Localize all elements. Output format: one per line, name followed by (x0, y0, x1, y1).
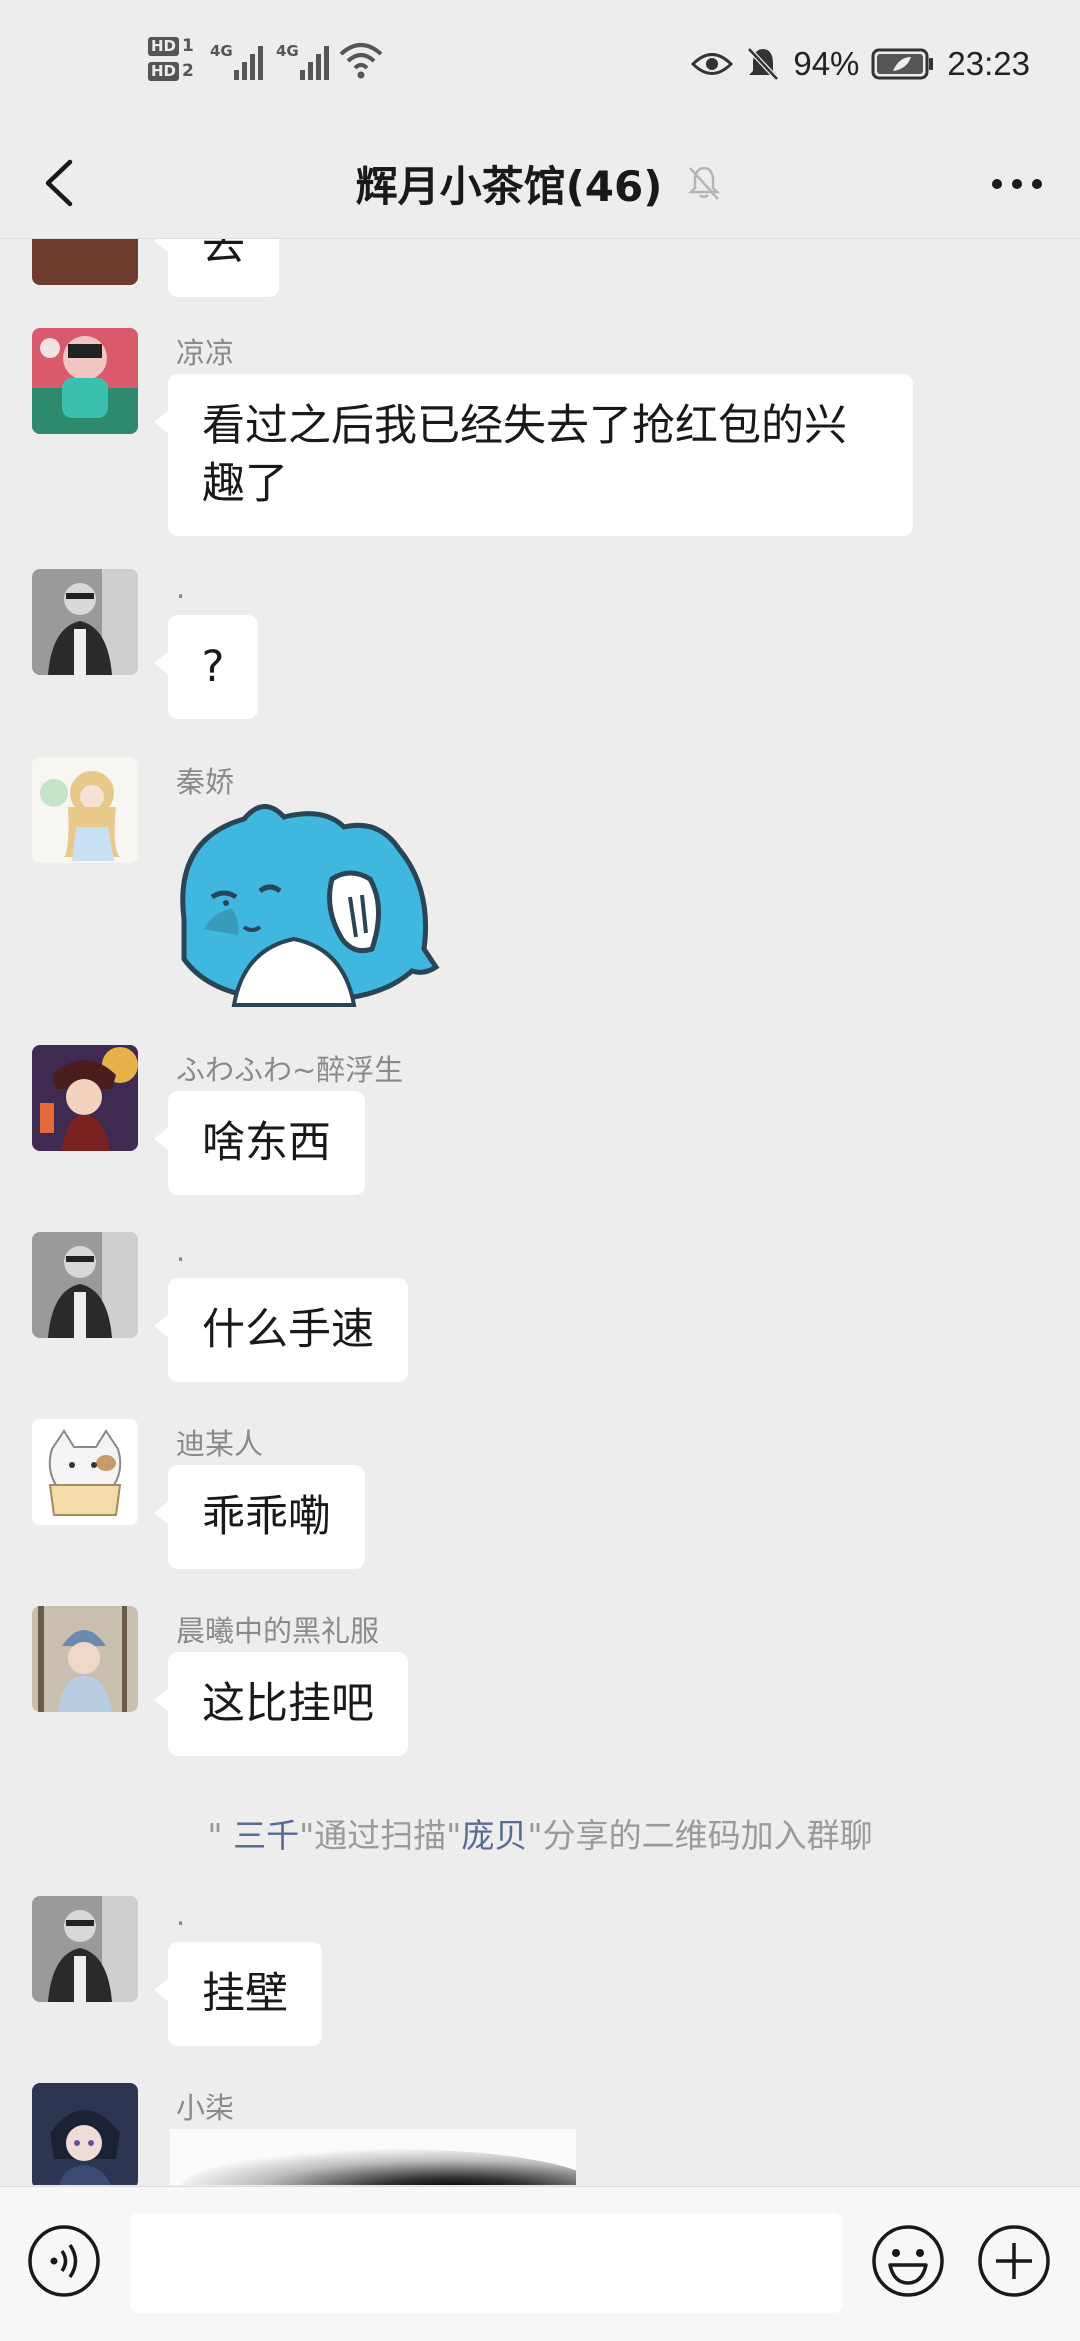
hd1-number: 1 (182, 36, 194, 56)
avatar[interactable] (32, 1045, 138, 1151)
status-bar: HD 1 HD 2 4G 4G 94% 23:23 (0, 0, 1080, 130)
system-notice-text: "分享的二维码加入群聊 (527, 1816, 873, 1855)
avatar[interactable] (32, 2083, 138, 2185)
avatar[interactable] (32, 1419, 138, 1525)
avatar[interactable] (32, 1896, 138, 2002)
sender-name: . (176, 1234, 186, 1268)
message-bubble[interactable]: 看过之后我已经失去了抢红包的兴趣了 (154, 374, 913, 536)
eye-icon (691, 53, 734, 75)
system-notice-text: " (207, 1816, 234, 1855)
more-options-button[interactable] (984, 156, 1050, 212)
system-notice-user-link[interactable]: 三千 (233, 1816, 299, 1855)
battery-icon (871, 48, 934, 80)
bell-muted-icon (747, 47, 780, 81)
emoji-icon[interactable] (870, 2223, 946, 2299)
bell-off-icon (688, 166, 721, 200)
avatar[interactable] (32, 239, 138, 285)
network-type-2: 4G (276, 42, 299, 60)
message-bubble[interactable]: 去 (154, 239, 279, 297)
message-input[interactable] (130, 2213, 842, 2313)
system-notice-user-link[interactable]: 庞贝 (461, 1816, 527, 1855)
message-bubble[interactable]: 这比挂吧 (154, 1652, 408, 1756)
sender-name: 秦娇 (176, 765, 235, 799)
message-bubble[interactable]: ? (154, 615, 258, 719)
system-notice-text: "通过扫描" (299, 1816, 462, 1855)
avatar[interactable] (32, 569, 138, 675)
sender-name: . (176, 571, 186, 605)
sticker-image[interactable] (174, 799, 444, 1007)
avatar[interactable] (32, 1606, 138, 1712)
voice-icon[interactable] (26, 2223, 102, 2299)
avatar[interactable] (32, 757, 138, 863)
wifi-icon (339, 43, 383, 79)
network-type-1: 4G (210, 42, 233, 60)
system-notice: " 三千"通过扫描"庞贝"分享的二维码加入群聊 (0, 1809, 1080, 1857)
input-bar (0, 2186, 1080, 2341)
sender-name: ふわふわ~醉浮生 (176, 1053, 404, 1087)
chat-header: 辉月小茶馆(46) (0, 130, 1080, 239)
hd1-badge: HD (148, 37, 180, 56)
avatar[interactable] (32, 1232, 138, 1338)
sender-name: 晨曦中的黑礼服 (176, 1614, 380, 1648)
hd-indicators: HD 1 HD 2 (148, 36, 200, 98)
hd2-badge: HD (148, 62, 180, 81)
message-bubble[interactable]: 什么手速 (154, 1278, 408, 1382)
clock: 23:23 (947, 45, 1030, 82)
sender-name: 小柒 (176, 2091, 235, 2125)
chat-title: 辉月小茶馆(46) (355, 161, 663, 211)
battery-percent: 94% (793, 45, 860, 82)
status-right-group: 94% 23:23 (691, 42, 1030, 86)
message-bubble[interactable]: 乖乖嘞 (154, 1465, 365, 1569)
avatar[interactable] (32, 328, 138, 434)
sender-name: . (176, 1898, 186, 1932)
hd2-number: 2 (182, 61, 194, 81)
message-bubble[interactable]: 啥东西 (154, 1091, 365, 1195)
image-message[interactable] (170, 2129, 576, 2185)
message-list[interactable]: 去 凉凉 看过之后我已经失去了抢红包的兴趣了 . ? 秦娇 ふわふわ~醉浮生 啥… (0, 239, 1080, 2185)
sender-name: 凉凉 (176, 336, 235, 370)
message-bubble[interactable]: 挂壁 (154, 1942, 322, 2046)
sender-name: 迪某人 (176, 1427, 264, 1461)
plus-icon[interactable] (976, 2223, 1052, 2299)
